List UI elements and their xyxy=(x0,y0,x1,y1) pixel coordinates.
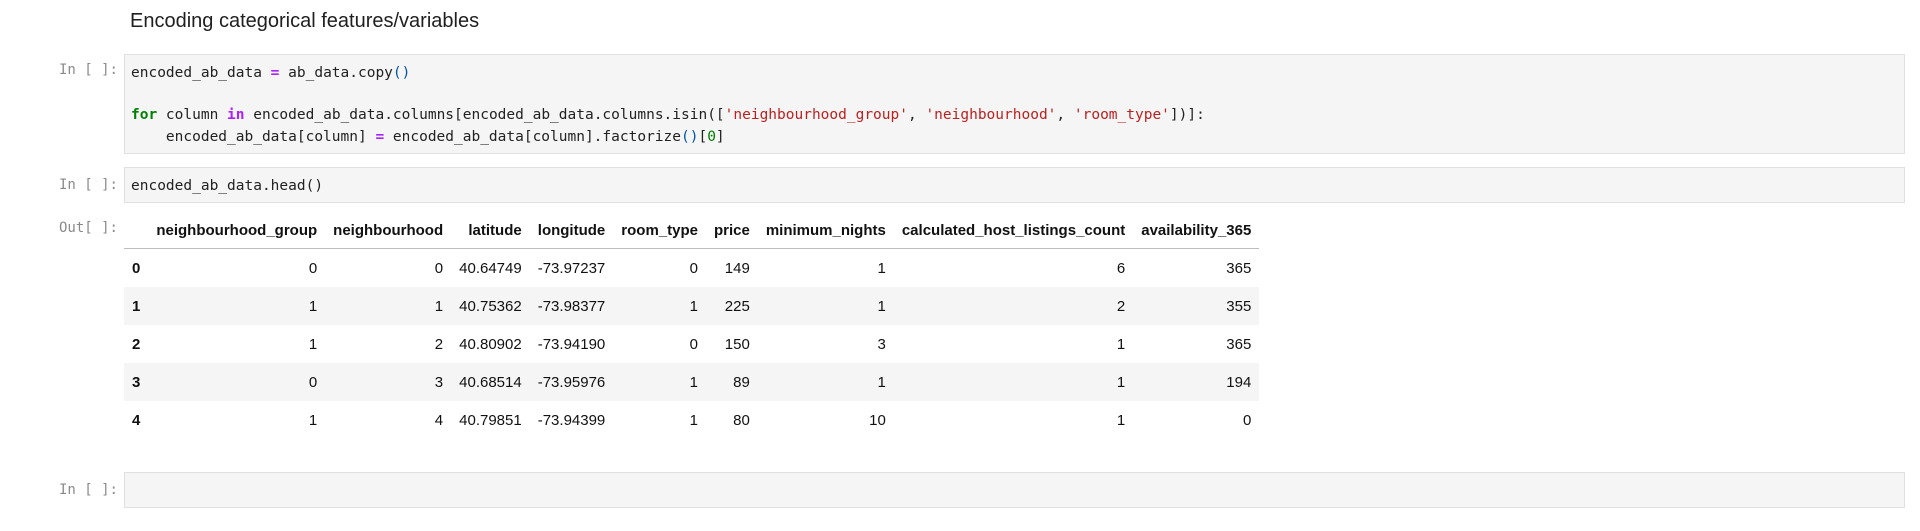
table-cell: 3 xyxy=(434,373,444,391)
table-cell: 0 xyxy=(308,259,318,277)
table-cell: 149 xyxy=(724,259,750,277)
table-cell: 365 xyxy=(1226,259,1252,277)
output-prompt: Out[ ]: xyxy=(58,220,118,236)
code-cell-2[interactable]: encoded_ab_data.head() xyxy=(124,167,1905,203)
code-cell-3-empty[interactable] xyxy=(124,472,1905,508)
table-cell: 1 xyxy=(434,297,444,315)
table-cell: 89 xyxy=(733,373,750,391)
table-row: 3 0 3 40.68514 -73.95976 1 89 1 1 194 xyxy=(124,363,1260,401)
table-cell: 194 xyxy=(1226,373,1252,391)
row-index: 1 xyxy=(132,297,141,315)
column-header: price xyxy=(705,212,758,249)
table-cell: 1 xyxy=(877,297,886,315)
table-cell: 80 xyxy=(733,411,750,429)
column-header: calculated_host_listings_count xyxy=(893,212,1134,249)
table-cell: -73.94399 xyxy=(537,411,606,429)
table-cell: 40.80902 xyxy=(459,335,522,353)
table-row: 0 0 0 40.64749 -73.97237 0 149 1 6 365 xyxy=(124,249,1259,288)
code-cell-1[interactable]: encoded_ab_data = ab_data.copy() for col… xyxy=(124,54,1905,154)
table-cell: 1 xyxy=(1116,411,1126,429)
row-index: 4 xyxy=(132,411,141,429)
table-cell: 1 xyxy=(1116,373,1126,391)
table-cell: 1 xyxy=(877,373,886,391)
column-header: neighbourhood_group xyxy=(148,212,326,249)
table-cell: 225 xyxy=(724,297,750,315)
column-header: room_type xyxy=(613,212,706,249)
table-cell: 0 xyxy=(689,259,698,277)
dataframe-table: neighbourhood_group neighbourhood latitude… xyxy=(124,212,1260,440)
table-cell: 2 xyxy=(434,335,444,353)
column-header: neighbourhood xyxy=(325,212,452,249)
table-cell: 1 xyxy=(689,297,698,315)
table-cell: 3 xyxy=(877,335,886,353)
column-header: availability_365 xyxy=(1133,212,1260,249)
table-cell: 1 xyxy=(689,411,698,429)
table-cell: -73.97237 xyxy=(537,259,606,277)
table-cell: -73.94190 xyxy=(537,335,606,353)
table-cell: -73.95976 xyxy=(537,373,606,391)
markdown-heading: Encoding categorical features/variables xyxy=(130,10,480,32)
code-line-2: for column in encoded_ab_data.columns[en… xyxy=(131,107,1205,123)
table-row: 2 1 2 40.80902 -73.94190 0 150 3 1 365 xyxy=(124,325,1259,363)
table-cell: 365 xyxy=(1226,335,1252,353)
table-cell: 40.75362 xyxy=(459,297,522,315)
index-header xyxy=(124,212,149,249)
table-cell: 355 xyxy=(1226,297,1252,315)
row-index: 0 xyxy=(132,259,141,277)
code-line-head: encoded_ab_data.head() xyxy=(131,178,324,194)
table-cell: 1 xyxy=(308,297,318,315)
table-cell: 1 xyxy=(308,335,318,353)
table-cell: 2 xyxy=(1116,297,1126,315)
column-header: latitude xyxy=(451,212,530,249)
table-cell: 0 xyxy=(689,335,698,353)
table-cell: 40.64749 xyxy=(459,259,522,277)
cell-3-prompt: In [ ]: xyxy=(58,482,118,498)
table-cell: -73.98377 xyxy=(537,297,606,315)
table-cell: 1 xyxy=(689,373,698,391)
row-index: 2 xyxy=(132,335,141,353)
cell-2-prompt: In [ ]: xyxy=(58,177,118,193)
table-cell: 0 xyxy=(308,373,318,391)
table-cell: 1 xyxy=(877,259,886,277)
table-cell: 150 xyxy=(724,335,750,353)
table-cell: 6 xyxy=(1116,259,1126,277)
table-body: 0 0 0 40.64749 -73.97237 0 149 1 6 365 1 1 1 40.75362… xyxy=(124,249,1260,440)
table-header-row: neighbourhood_group neighbourhood latitude… xyxy=(124,212,1260,249)
table-row: 1 1 1 40.75362 -73.98377 1 225 1 2 355 xyxy=(124,287,1260,325)
table-cell: 1 xyxy=(308,411,318,429)
table-cell: 10 xyxy=(869,411,886,429)
code-line-1: encoded_ab_data = ab_data.copy() xyxy=(131,65,411,81)
table-cell: 1 xyxy=(1116,335,1126,353)
table-cell: 0 xyxy=(434,259,444,277)
table-cell: 0 xyxy=(1242,411,1252,429)
table-cell: 4 xyxy=(434,411,444,429)
cell-1-prompt: In [ ]: xyxy=(58,62,118,78)
table-row: 4 1 4 40.79851 -73.94399 1 80 10 1 0 xyxy=(124,401,1259,439)
table-cell: 40.68514 xyxy=(459,373,522,391)
code-line-3: encoded_ab_data[column] = encoded_ab_dat… xyxy=(131,129,725,145)
table-cell: 40.79851 xyxy=(459,411,522,429)
notebook: Encoding categorical features/variables … xyxy=(0,0,1920,531)
column-header: minimum_nights xyxy=(757,212,894,249)
column-header: longitude xyxy=(529,212,614,249)
row-index: 3 xyxy=(132,373,141,391)
